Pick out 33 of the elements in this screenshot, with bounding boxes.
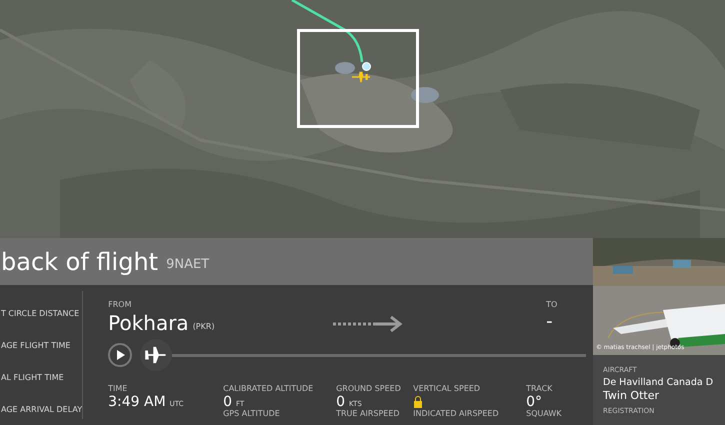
stat-value: 0 [336,395,346,409]
aircraft-model: De Havilland Canada D [603,376,714,388]
play-button[interactable] [108,343,132,367]
stat-label: CALIBRATED ALTITUDE [223,383,314,395]
playback-track[interactable] [172,354,586,356]
playback-handle[interactable] [140,339,172,371]
to-city: - [546,313,554,331]
flight-code: 9NAET [166,256,210,274]
from-code: (PKR) [192,321,215,333]
airplane-icon [145,346,168,364]
lock-icon [413,395,424,408]
summary-label: T CIRCLE DISTANCE [1,308,80,320]
stat-value: 0 [223,395,232,409]
stat-label: GROUND SPEED [336,383,402,395]
stat-label: TIME [108,383,128,395]
stat-label: TRUE AIRSPEED [336,409,401,419]
to-label: TO [546,299,558,311]
stat-value: 0° [526,395,542,409]
from-label: FROM [108,299,132,311]
aircraft-model: Twin Otter [603,388,660,402]
stat-label: VERTICAL SPEED [413,383,482,395]
play-icon [116,350,125,360]
stat-label: SQUAWK [526,409,563,419]
summary-label: AGE FLIGHT TIME [1,340,72,352]
stat-label: INDICATED AIRSPEED [413,409,500,419]
summary-label: AL FLIGHT TIME [1,372,65,384]
route-arrow-icon [333,316,404,332]
stat-label: GPS ALTITUDE [223,409,281,419]
stat-value: 3:49 AM [108,395,166,409]
from-city: Pokhara [108,313,189,333]
page-title: back of flight [1,250,158,274]
summary-label: AGE ARRIVAL DELAY [1,404,82,416]
stat-label: TRACK [526,383,554,395]
